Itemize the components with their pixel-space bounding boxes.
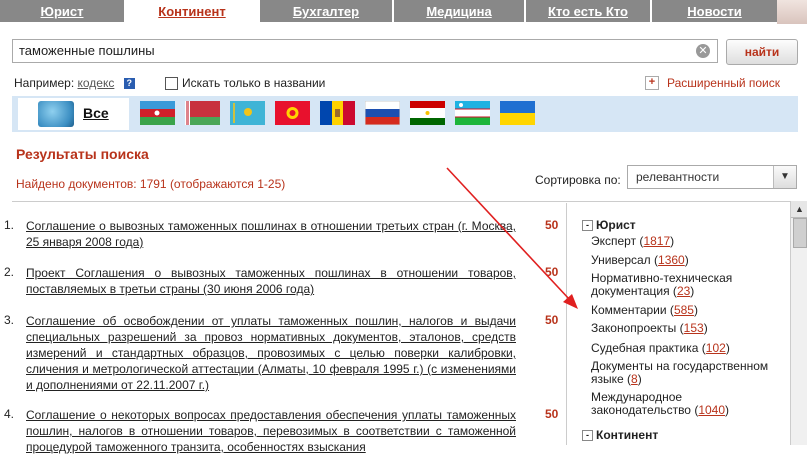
sort-value: релевантности — [636, 170, 720, 184]
group-continent[interactable]: - Континент — [582, 427, 658, 443]
category-count[interactable]: 1817 — [643, 234, 670, 248]
category-label: Комментарии — [591, 303, 667, 317]
results-title: Результаты поиска — [16, 146, 149, 162]
result-score: 50 — [545, 313, 559, 327]
category-label: Универсал — [591, 253, 651, 267]
tab-accountant[interactable]: Бухгалтер — [260, 0, 392, 22]
tajikistan-flag-icon[interactable] — [410, 101, 445, 125]
sort-label: Сортировка по: — [535, 173, 621, 187]
scrollbar-thumb[interactable] — [793, 218, 807, 248]
column-divider — [566, 203, 567, 445]
category-count[interactable]: 8 — [631, 372, 638, 386]
tab-continent[interactable]: Континент — [126, 0, 258, 24]
group-title: Континент — [596, 428, 659, 442]
category-label: Судебная практика — [591, 341, 699, 355]
sidebar-item-comments[interactable]: Комментарии (585) — [591, 304, 698, 317]
scroll-up-icon[interactable]: ▲ — [791, 201, 807, 218]
result-number: 1. — [4, 218, 15, 232]
avatar — [777, 0, 807, 24]
group-title: Юрист — [596, 218, 636, 232]
result-score: 50 — [545, 407, 559, 421]
plus-icon: + — [645, 76, 659, 90]
result-number: 2. — [4, 265, 15, 279]
category-count[interactable]: 585 — [674, 303, 694, 317]
sidebar-item-international[interactable]: Международное законодательство (1040) — [591, 391, 751, 417]
ukraine-flag-icon[interactable] — [500, 101, 535, 125]
country-filter-bar — [12, 96, 798, 132]
result-score: 50 — [545, 218, 559, 232]
tab-who-is-who[interactable]: Кто есть Кто — [526, 0, 650, 22]
search-example: Например: кодекс ? — [14, 76, 135, 90]
all-countries-label: Все — [83, 105, 109, 121]
category-label: Международное законодательство — [591, 390, 691, 417]
belarus-flag-icon[interactable] — [185, 101, 220, 125]
result-link[interactable]: Соглашение об освобождении от уплаты там… — [26, 313, 516, 393]
kyrgyzstan-flag-icon[interactable] — [275, 101, 310, 125]
sidebar-item-normative-tech[interactable]: Нормативно-техническая документация (23) — [591, 272, 761, 298]
title-only-option[interactable]: Искать только в названии — [165, 76, 325, 90]
advanced-search-link[interactable]: + Расширенный поиск — [645, 76, 780, 90]
divider — [12, 201, 793, 202]
advanced-search-label: Расширенный поиск — [667, 76, 780, 90]
category-count[interactable]: 1360 — [658, 253, 685, 267]
result-score: 50 — [545, 265, 559, 279]
product-tabs: Юрист Континент Бухгалтер Медицина Кто е… — [0, 0, 777, 24]
sidebar-item-universal[interactable]: Универсал (1360) — [591, 254, 689, 267]
example-prefix: Например: — [14, 76, 75, 90]
category-count[interactable]: 153 — [684, 321, 704, 335]
uzbekistan-flag-icon[interactable] — [455, 101, 490, 125]
all-countries-button[interactable]: Все — [18, 98, 129, 130]
scrollbar[interactable]: ▲ — [790, 201, 807, 445]
group-jurist[interactable]: - Юрист — [582, 217, 636, 233]
collapse-icon[interactable]: - — [582, 430, 593, 442]
kazakhstan-flag-icon[interactable] — [230, 101, 265, 125]
tab-news[interactable]: Новости — [652, 0, 777, 22]
found-count: Найдено документов: 1791 (отображаются 1… — [16, 177, 286, 191]
chevron-down-icon[interactable]: ▼ — [773, 166, 796, 188]
result-link[interactable]: Проект Соглашения о вывозных таможенных … — [26, 265, 516, 297]
category-count[interactable]: 1040 — [698, 403, 725, 417]
result-number: 3. — [4, 313, 15, 327]
clear-search-icon[interactable]: ✕ — [696, 44, 710, 58]
result-link[interactable]: Соглашение о вывозных таможенных пошлина… — [26, 218, 516, 250]
category-count[interactable]: 102 — [706, 341, 726, 355]
sidebar-item-state-language[interactable]: Документы на государственном языке (8) — [591, 360, 781, 386]
category-label: Эксперт — [591, 234, 637, 248]
azerbaijan-flag-icon[interactable] — [140, 101, 175, 125]
result-link[interactable]: Соглашение о некоторых вопросах предоста… — [26, 407, 516, 455]
sidebar-item-court-practice[interactable]: Судебная практика (102) — [591, 342, 730, 355]
sidebar-item-bills[interactable]: Законопроекты (153) — [591, 322, 708, 335]
category-count[interactable]: 23 — [677, 284, 690, 298]
example-link[interactable]: кодекс — [78, 76, 115, 90]
category-label: Документы на государственном языке — [591, 359, 769, 386]
result-number: 4. — [4, 407, 15, 421]
globe-icon — [38, 101, 74, 127]
title-only-label: Искать только в названии — [182, 76, 326, 90]
category-label: Нормативно-техническая документация — [591, 271, 733, 298]
collapse-icon[interactable]: - — [582, 220, 593, 232]
russia-flag-icon[interactable] — [365, 101, 400, 125]
moldova-flag-icon[interactable] — [320, 101, 355, 125]
title-only-checkbox[interactable] — [165, 76, 178, 90]
tab-medicine[interactable]: Медицина — [394, 0, 524, 22]
help-icon[interactable]: ? — [123, 78, 135, 90]
sidebar-item-expert[interactable]: Эксперт (1817) — [591, 235, 674, 248]
sort-select[interactable]: релевантности ▼ — [627, 165, 797, 189]
tab-jurist[interactable]: Юрист — [0, 0, 124, 22]
find-button[interactable]: найти — [726, 39, 798, 65]
category-label: Законопроекты — [591, 321, 677, 335]
search-input[interactable]: таможенные пошлины — [12, 39, 718, 63]
